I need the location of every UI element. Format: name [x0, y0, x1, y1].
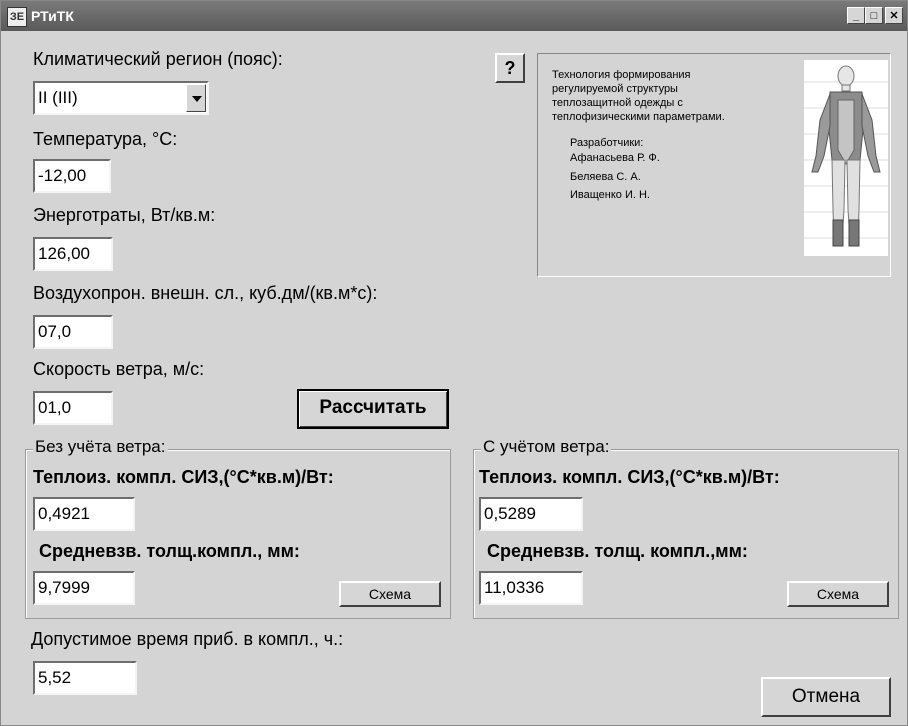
developer-2: Беляева С. А.	[570, 171, 641, 183]
allowed-time-value[interactable]: 5,52	[33, 661, 137, 695]
air-permeability-input[interactable]: 07,0	[33, 315, 113, 349]
temperature-label: Температура, °С:	[33, 129, 178, 149]
help-button[interactable]: ?	[495, 53, 525, 83]
energy-label: Энерготраты, Вт/кв.м:	[33, 205, 216, 225]
wind-speed-label: Скорость ветра, м/с:	[33, 359, 205, 379]
wind-speed-input[interactable]: 01,0	[33, 391, 113, 425]
energy-input[interactable]: 126,00	[33, 237, 113, 271]
info-line-1: Технология формирования	[552, 69, 691, 81]
no-wind-insulation-value[interactable]: 0,4921	[33, 497, 135, 531]
no-wind-scheme-button[interactable]: Схема	[339, 581, 441, 607]
region-select-value: II (III)	[38, 88, 78, 107]
with-wind-thickness-label: Средневзв. толщ. компл.,мм:	[487, 541, 748, 561]
developers-title: Разработчики:	[570, 137, 644, 149]
window-title: РТиТК	[31, 8, 74, 24]
region-select[interactable]: II (III)	[33, 81, 209, 115]
air-permeability-label: Воздухопрон. внешн. сл., куб.дм/(кв.м*с)…	[33, 283, 378, 303]
maximize-button[interactable]: □	[865, 7, 883, 24]
temperature-input[interactable]: -12,00	[33, 159, 111, 193]
application-window: ЗЕ РТиТК _ □ ✕ Климатический регион (поя…	[0, 0, 908, 726]
with-wind-insulation-label: Теплоиз. компл. СИЗ,(°С*кв.м)/Вт:	[479, 467, 780, 487]
chevron-down-icon[interactable]	[186, 84, 206, 112]
no-wind-thickness-label: Средневзв. толщ.компл., мм:	[39, 541, 300, 561]
minimize-button[interactable]: _	[847, 7, 865, 24]
close-button[interactable]: ✕	[885, 7, 903, 24]
info-line-2: регулируемой структуры	[552, 83, 678, 95]
calculate-button[interactable]: Рассчитать	[297, 389, 449, 429]
body-figure-image	[804, 60, 888, 256]
with-wind-insulation-value[interactable]: 0,5289	[479, 497, 583, 531]
title-bar[interactable]: ЗЕ РТиТК _ □ ✕	[1, 1, 907, 31]
developer-3: Иващенко И. Н.	[570, 189, 650, 201]
developer-1: Афанасьева Р. Ф.	[570, 152, 660, 164]
info-line-3: теплозащитной одежды с	[552, 97, 683, 109]
app-icon: ЗЕ	[7, 7, 27, 27]
cancel-button[interactable]: Отмена	[761, 677, 891, 717]
with-wind-thickness-value[interactable]: 11,0336	[479, 571, 583, 605]
with-wind-scheme-button[interactable]: Схема	[787, 581, 889, 607]
region-label: Климатический регион (пояс):	[33, 49, 283, 69]
no-wind-insulation-label: Теплоиз. компл. СИЗ,(°С*кв.м)/Вт:	[33, 467, 334, 487]
no-wind-legend: Без учёта ветра:	[33, 437, 168, 457]
no-wind-thickness-value[interactable]: 9,7999	[33, 571, 135, 605]
info-line-4: теплофизическими параметрами.	[552, 111, 725, 123]
info-panel: Технология формирования регулируемой стр…	[537, 53, 891, 277]
allowed-time-label: Допустимое время приб. в компл., ч.:	[31, 629, 344, 649]
with-wind-legend: С учётом ветра:	[481, 437, 612, 457]
